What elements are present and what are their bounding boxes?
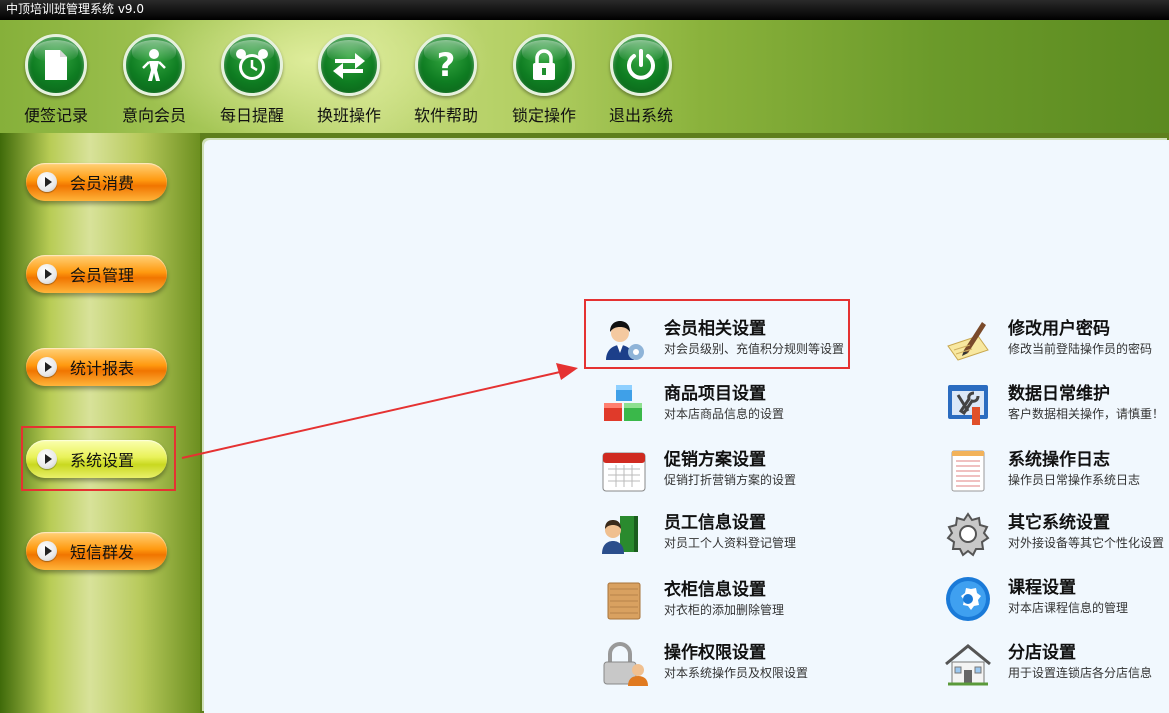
log-notepad-icon	[951, 450, 985, 492]
toolbar-prospect-member-button[interactable]: 意向会员	[114, 34, 194, 126]
settings-promotion-plan[interactable]: 促销方案设置 促销打折营销方案的设置	[600, 441, 860, 497]
toolbar-note-button[interactable]: 便签记录	[16, 34, 96, 126]
settings-wardrobe-info[interactable]: 衣柜信息设置 对衣柜的添加删除管理	[600, 571, 860, 627]
toolbar-help-button[interactable]: ? 软件帮助	[406, 34, 486, 126]
permission-lock-icon	[603, 642, 648, 686]
toolbar-shift-change-button[interactable]: 换班操作	[309, 34, 389, 126]
swap-arrows-icon	[318, 34, 380, 96]
settings-product-items[interactable]: 商品项目设置 对本店商品信息的设置	[600, 375, 860, 431]
pen-paper-icon	[947, 322, 989, 361]
note-icon	[25, 34, 87, 96]
window-title: 中顶培训班管理系统 v9.0	[6, 2, 145, 16]
wardrobe-icon	[607, 582, 641, 620]
play-icon	[37, 264, 57, 284]
play-icon	[37, 172, 57, 192]
settings-branch[interactable]: 分店设置 用于设置连锁店各分店信息	[944, 634, 1169, 690]
left-sidebar: 会员消费 会员管理 统计报表 系统设置 短信群发	[0, 133, 200, 713]
play-icon	[37, 541, 57, 561]
sidebar-item-reports[interactable]: 统计报表	[26, 348, 167, 386]
sidebar-item-member-management[interactable]: 会员管理	[26, 255, 167, 293]
course-settings-icon	[946, 577, 990, 621]
staff-book-icon	[602, 516, 638, 554]
toolbar-lock-button[interactable]: 锁定操作	[504, 34, 584, 126]
settings-other-system[interactable]: 其它系统设置 对外接设备等其它个性化设置	[944, 504, 1169, 560]
sidebar-item-member-consumption[interactable]: 会员消费	[26, 163, 167, 201]
sidebar-highlight-box	[21, 426, 176, 491]
help-icon: ?	[415, 34, 477, 96]
toolbar-daily-reminder-button[interactable]: 每日提醒	[212, 34, 292, 126]
gear-icon	[946, 512, 990, 557]
house-icon	[945, 644, 991, 686]
sidebar-item-sms-broadcast[interactable]: 短信群发	[26, 532, 167, 570]
top-toolbar: 便签记录 意向会员 每日提醒 换班操作 ? 软件帮助 锁定操作 退出系统	[0, 20, 1169, 133]
cubes-icon	[604, 385, 642, 421]
member-settings-highlight-box	[584, 299, 850, 369]
toolbar-exit-button[interactable]: 退出系统	[601, 34, 681, 126]
maintenance-tools-icon	[948, 385, 988, 425]
settings-staff-info[interactable]: 员工信息设置 对员工个人资料登记管理	[600, 504, 860, 560]
alarm-clock-icon	[221, 34, 283, 96]
settings-operation-permission[interactable]: 操作权限设置 对本系统操作员及权限设置	[600, 634, 860, 690]
svg-text:?: ?	[437, 48, 456, 82]
power-icon	[610, 34, 672, 96]
window-title-bar: 中顶培训班管理系统 v9.0	[0, 0, 1169, 20]
settings-operation-log[interactable]: 系统操作日志 操作员日常操作系统日志	[944, 441, 1169, 497]
settings-data-maintenance[interactable]: 数据日常维护 客户数据相关操作，请慎重！	[944, 375, 1169, 431]
calendar-icon	[602, 452, 646, 492]
person-icon	[123, 34, 185, 96]
settings-change-password[interactable]: 修改用户密码 修改当前登陆操作员的密码	[944, 310, 1169, 366]
settings-panel: 会员相关设置 对会员级别、充值积分规则等设置 商品项目设置 对本店商品信息的设置…	[204, 140, 1169, 713]
lock-icon	[513, 34, 575, 96]
play-icon	[37, 357, 57, 377]
settings-course[interactable]: 课程设置 对本店课程信息的管理	[944, 569, 1169, 625]
